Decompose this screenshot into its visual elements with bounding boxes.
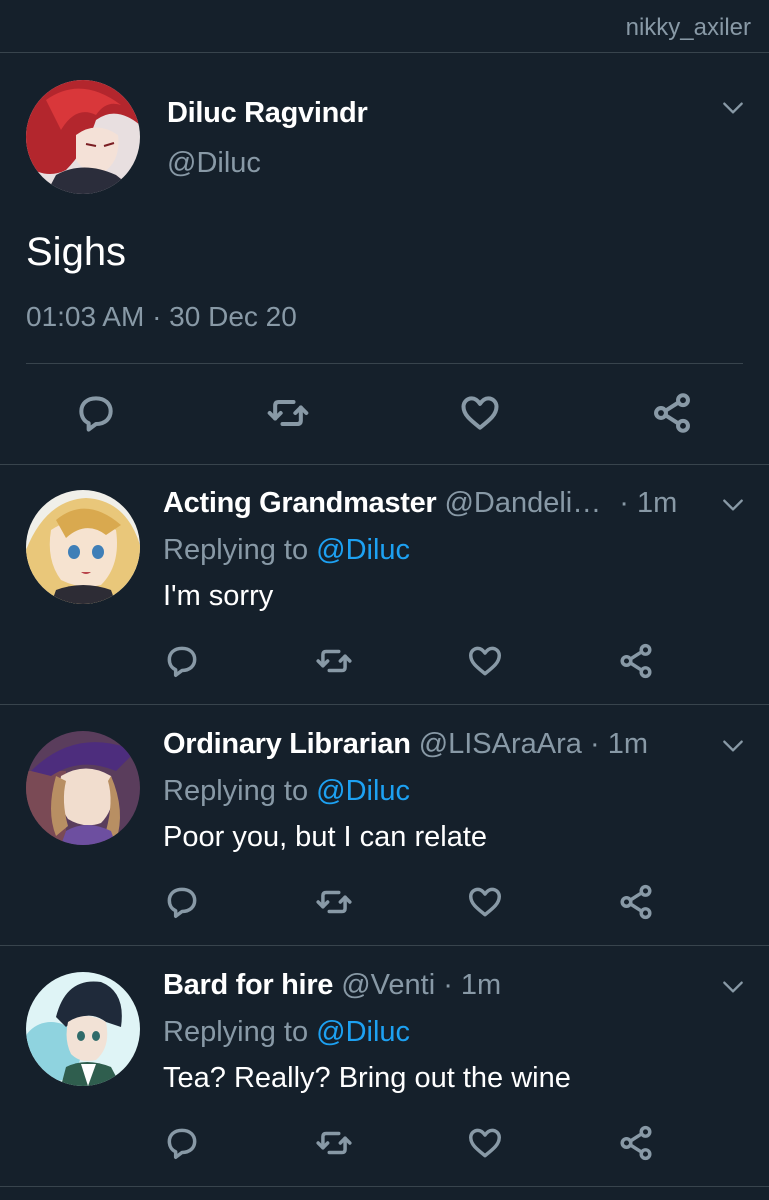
handle[interactable]: @Venti [341,969,435,1001]
handle[interactable]: @Diluc [167,147,261,180]
heart-icon[interactable] [466,1124,504,1162]
watermark: nikky_axiler [625,14,751,41]
reply-header: Bard for hire @Venti · 1m [163,969,501,1002]
chevron-down-icon[interactable] [720,492,746,518]
display-name[interactable]: Diluc Ragvindr [167,97,368,130]
chevron-down-icon[interactable] [720,974,746,1000]
heart-icon[interactable] [466,642,504,680]
retweet-icon[interactable] [315,883,353,921]
retweet-icon[interactable] [266,391,310,435]
reply-header: Acting Grandmaster @Dandeli… · 1m [163,487,677,520]
tweet-text: Sighs [26,230,127,274]
retweet-icon[interactable] [315,642,353,680]
mention-link[interactable]: @Diluc [316,534,410,566]
reply-tweet[interactable]: Bard for hire @Venti · 1m Replying to @D… [0,946,769,1186]
timestamp: · 1m [443,969,502,1001]
main-tweet: Diluc Ragvindr @Diluc Sighs 01:03 AM · 3… [0,53,769,464]
tweet-timestamp: 01:03 AM · 30 Dec 20 [26,301,297,332]
avatar[interactable] [26,80,140,194]
retweet-icon[interactable] [315,1124,353,1162]
replying-label: Replying to [163,775,309,807]
heart-icon[interactable] [458,391,502,435]
display-name[interactable]: Acting Grandmaster [163,487,437,519]
reply-text: Tea? Really? Bring out the wine [163,1062,571,1094]
divider [26,363,743,364]
replying-label: Replying to [163,534,309,566]
chevron-down-icon[interactable] [720,733,746,759]
mention-link[interactable]: @Diluc [316,775,410,807]
heart-icon[interactable] [466,883,504,921]
mention-link[interactable]: @Diluc [316,1016,410,1048]
reply-header: Ordinary Librarian @LISAraAra · 1m [163,728,648,761]
display-name[interactable]: Bard for hire [163,969,333,1001]
reply-icon[interactable] [163,642,201,680]
avatar[interactable] [26,731,140,845]
replying-to: Replying to @Diluc [163,775,410,808]
share-icon[interactable] [617,642,655,680]
reply-icon[interactable] [74,391,118,435]
handle[interactable]: @LISAraAra [419,728,582,760]
reply-text: I'm sorry [163,580,274,612]
replying-label: Replying to [163,1016,309,1048]
share-icon[interactable] [617,883,655,921]
handle[interactable]: @Dandeli… [444,487,601,519]
timestamp: · 1m [589,728,648,760]
avatar[interactable] [26,972,140,1086]
reply-tweet[interactable]: Ordinary Librarian @LISAraAra · 1m Reply… [0,705,769,945]
timestamp: · 1m [619,487,678,519]
replying-to: Replying to @Diluc [163,1016,410,1049]
replying-to: Replying to @Diluc [163,534,410,567]
reply-icon[interactable] [163,883,201,921]
reply-icon[interactable] [163,1124,201,1162]
share-icon[interactable] [617,1124,655,1162]
separator [0,1186,769,1187]
display-name[interactable]: Ordinary Librarian [163,728,411,760]
reply-tweet[interactable]: Acting Grandmaster @Dandeli… · 1m Replyi… [0,464,769,704]
chevron-down-icon[interactable] [720,95,746,121]
share-icon[interactable] [650,391,694,435]
avatar[interactable] [26,490,140,604]
reply-text: Poor you, but I can relate [163,821,488,853]
